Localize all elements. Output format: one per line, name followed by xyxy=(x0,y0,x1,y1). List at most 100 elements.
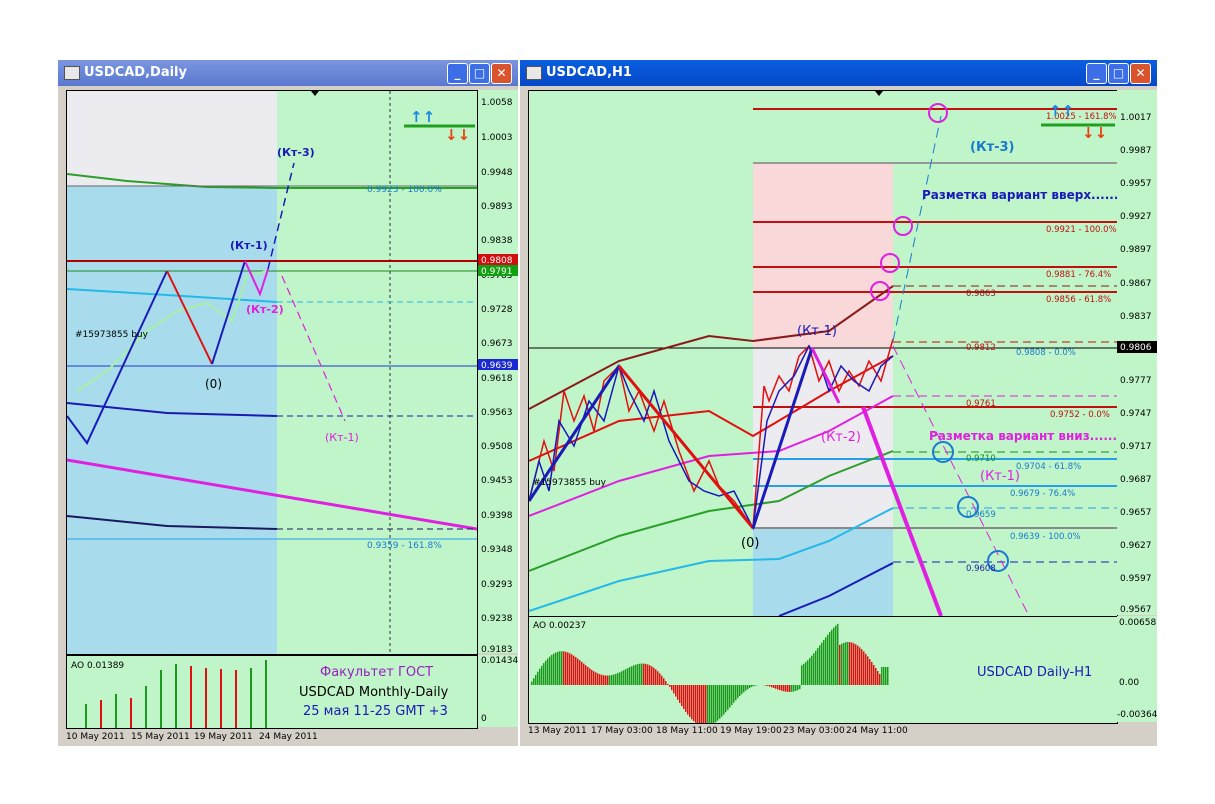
date-label: 15 May 2011 xyxy=(131,732,190,742)
ao-bar xyxy=(789,685,791,692)
ao-bar xyxy=(735,685,737,701)
date-label: 18 May 11:00 xyxy=(656,726,718,736)
ao-bar xyxy=(799,685,801,690)
ao-bar xyxy=(561,651,563,685)
ao-bar xyxy=(719,685,721,719)
ao-bar xyxy=(663,678,665,685)
tick: 0.9897 xyxy=(1120,245,1152,255)
tick: 0.9508 xyxy=(481,442,513,452)
h1-axis-ticks: 1.0017 0.9987 0.9957 0.9927 0.9897 0.986… xyxy=(1120,113,1152,615)
ao-bar xyxy=(639,663,641,685)
tick: 0.9987 xyxy=(1120,146,1152,156)
ao-bar xyxy=(583,663,585,685)
daily-price-svg: ↑↑ ↓↓ 0.9923 - 100.0% 0.9359 - 161.8% #1… xyxy=(67,91,477,654)
ao-bar xyxy=(555,652,557,685)
close-button[interactable]: ✕ xyxy=(1130,63,1151,84)
tick: 0.9567 xyxy=(1120,605,1152,615)
tick: 0.9867 xyxy=(1120,279,1152,289)
ao-bar xyxy=(721,685,723,717)
ao-bar xyxy=(813,653,815,685)
ao-bar xyxy=(749,685,751,688)
ao-bar xyxy=(859,647,861,685)
wave-zero-label: (0) xyxy=(205,377,222,391)
tick: 0.9948 xyxy=(481,168,513,178)
ao-bar xyxy=(665,681,667,685)
tick: 0.9657 xyxy=(1120,508,1152,518)
ao-bar xyxy=(551,654,553,685)
ao-bar xyxy=(591,669,593,685)
maximize-button[interactable]: □ xyxy=(469,63,490,84)
ao-bar xyxy=(531,681,533,685)
tick: 1.0017 xyxy=(1120,113,1152,123)
fib-label: 0.9881 - 76.4% xyxy=(1046,270,1111,280)
ao-bar xyxy=(753,685,755,687)
ao-bar xyxy=(533,678,535,685)
ao-bar xyxy=(747,685,749,690)
ao-tick: 0.01434 xyxy=(481,656,519,666)
ao-bar xyxy=(765,685,767,686)
daily-price-plot[interactable]: ↑↑ ↓↓ 0.9923 - 100.0% 0.9359 - 161.8% #1… xyxy=(66,90,478,655)
minimize-button[interactable]: _ xyxy=(447,63,468,84)
ao-bar xyxy=(841,643,843,685)
ao-bar xyxy=(699,685,701,723)
date-label: 23 May 03:00 xyxy=(783,726,845,736)
h1-ao-svg: AO 0.00237 USDCAD Daily-H1 xyxy=(531,621,1092,723)
note-up: Разметка вариант вверх...... xyxy=(922,188,1117,202)
ao-bar xyxy=(785,685,787,692)
order-label: #15973855 buy xyxy=(75,330,149,340)
tick: 1.0058 xyxy=(481,98,513,108)
ao-bar xyxy=(613,674,615,685)
ao-bar xyxy=(839,644,841,685)
wave-kt1-down-label: (Кт-1) xyxy=(325,431,359,444)
close-button[interactable]: ✕ xyxy=(491,63,512,84)
ao-bar xyxy=(669,685,671,687)
ao-bar xyxy=(130,698,132,728)
daily-date-axis: 10 May 2011 15 May 2011 19 May 2011 24 M… xyxy=(66,730,516,746)
daily-ao-plot[interactable]: AO 0.01389 Факультет ГОСТ USDCAD Monthly… xyxy=(66,655,478,729)
ao-bar xyxy=(691,685,693,720)
fib-label: 0.9921 - 100.0% xyxy=(1046,225,1117,235)
h1-ao-plot[interactable]: AO 0.00237 USDCAD Daily-H1 xyxy=(528,616,1118,724)
ao-bar xyxy=(729,685,731,708)
ao-bar xyxy=(835,625,837,685)
h1-price-plot[interactable]: 1.0025 - 161.8% 0.9921 - 100.0% 0.9881 -… xyxy=(528,90,1118,617)
h1-window-titlebar[interactable]: USDCAD,H1 _ □ ✕ xyxy=(520,60,1157,86)
fib-label: 0.9856 - 61.8% xyxy=(1046,295,1111,305)
blue-arrows-icon: ↑↑ xyxy=(1049,102,1074,120)
ao-bar xyxy=(615,673,617,685)
ao-bar xyxy=(85,704,87,728)
minimize-button[interactable]: _ xyxy=(1086,63,1107,84)
ao-histogram xyxy=(531,623,889,723)
daily-window-title: USDCAD,Daily xyxy=(84,65,187,80)
fib-label: 0.9863 xyxy=(966,289,996,299)
ao-tick: 0 xyxy=(481,714,487,724)
daily-price-axis: 1.0058 1.0003 0.9948 0.9893 0.9838 0.978… xyxy=(478,90,518,655)
ao-bar xyxy=(879,673,881,685)
ao-bar xyxy=(751,685,753,687)
ao-bar xyxy=(837,623,839,685)
ao-bar xyxy=(235,670,237,728)
ao-bar xyxy=(627,668,629,685)
ao-bar xyxy=(653,667,655,685)
ao-bar xyxy=(827,634,829,685)
tick: 0.9837 xyxy=(1120,312,1152,322)
pink-zone xyxy=(753,163,893,348)
ao-bar xyxy=(647,664,649,685)
ao-bar xyxy=(867,656,869,685)
ao-bar xyxy=(881,667,883,685)
ao-bar xyxy=(701,685,703,723)
ao-bar xyxy=(549,656,551,685)
ao-bar xyxy=(829,632,831,685)
daily-window-titlebar[interactable]: USDCAD,Daily _ □ ✕ xyxy=(58,60,518,86)
maximize-button[interactable]: □ xyxy=(1108,63,1129,84)
ao-bar xyxy=(743,685,745,693)
ao-bar xyxy=(557,651,559,685)
ao-bar xyxy=(675,685,677,697)
ao-bar xyxy=(541,665,543,685)
ao-bar xyxy=(569,653,571,685)
tick: 1.0003 xyxy=(481,133,513,143)
ao-bar xyxy=(697,685,699,723)
ao-bar xyxy=(635,664,637,685)
ao-bar xyxy=(559,651,561,685)
ao-bar xyxy=(605,675,607,685)
